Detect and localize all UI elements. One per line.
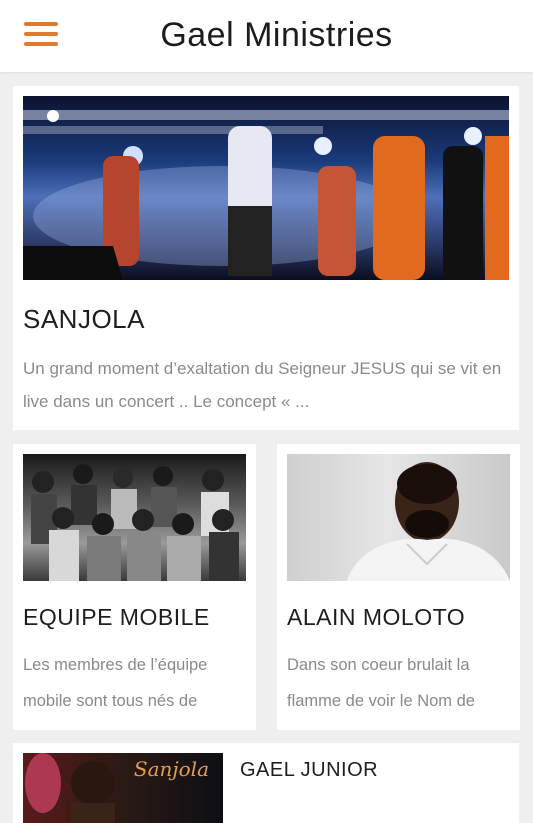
app-title: Gael Ministries [160,16,393,54]
group-illustration [31,464,239,581]
portrait-illustration [347,462,510,581]
portrait-photo-image [287,454,510,581]
app-header: Gael Ministries [0,0,533,72]
concert-illustration [23,110,509,280]
card-description: Les membres de l’équipe mobile sont tous… [23,656,208,710]
card-title: ALAIN MOLOTO [287,604,466,630]
sanjola-logo-text: Sanjola [133,757,209,781]
article-card-equipe-mobile[interactable]: EQUIPE MOBILE Les membres de l’équipe mo… [13,444,256,730]
group-photo-image [23,454,246,581]
article-card-gael-junior[interactable]: Sanjola GAEL JUNIOR [13,743,519,823]
card-description: Un grand moment d’exaltation du Seigneur… [23,359,502,411]
article-card-sanjola[interactable]: SANJOLA Un grand moment d’exaltation du … [13,86,519,430]
card-title: GAEL JUNIOR [240,759,379,781]
card-title: SANJOLA [23,304,145,334]
sanjola-promo-image: Sanjola [23,753,223,823]
article-card-alain-moloto[interactable]: ALAIN MOLOTO Dans son coeur brulait la f… [277,444,520,730]
card-description: Dans son coeur brulait la flamme de voir… [287,656,475,710]
card-title: EQUIPE MOBILE [23,604,210,630]
concert-stage-image [23,96,509,280]
